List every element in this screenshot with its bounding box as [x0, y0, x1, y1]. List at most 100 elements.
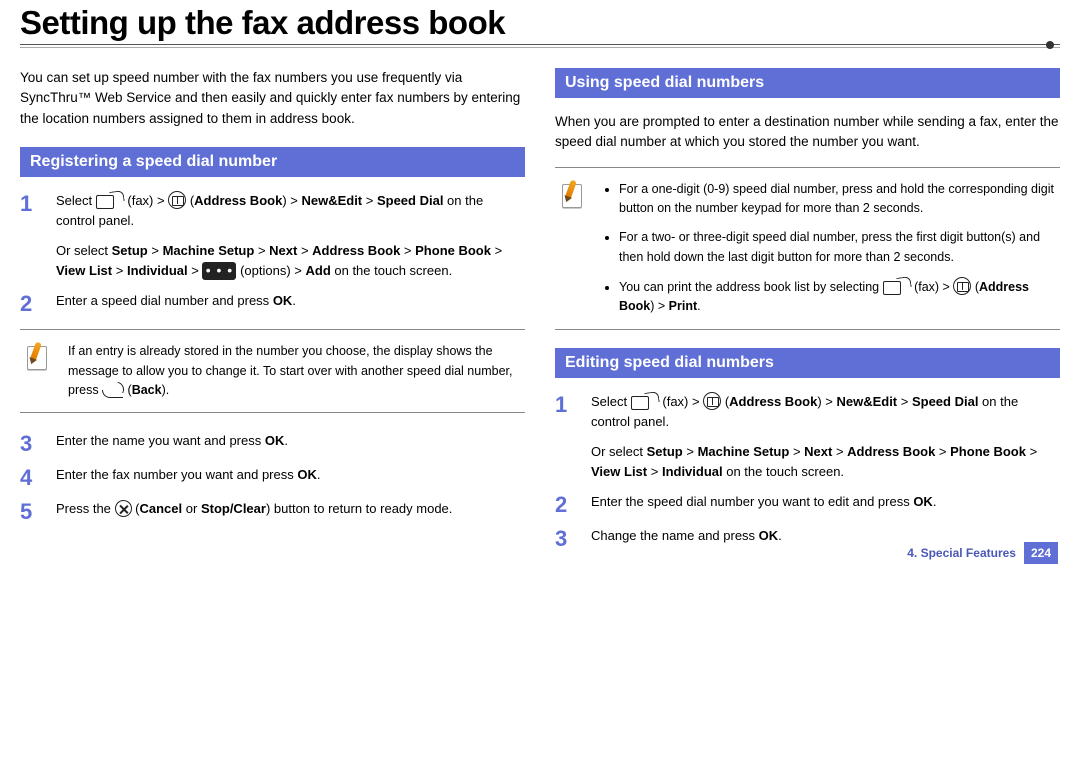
- note-bullet: You can print the address book list by s…: [619, 277, 1056, 317]
- step-number: 3: [555, 526, 577, 550]
- text: on the touch screen.: [723, 464, 844, 479]
- bold: Individual: [662, 464, 723, 479]
- register-step-5: 5 Press the (Cancel or Stop/Clear) butto…: [20, 499, 525, 523]
- text: >: [254, 243, 269, 258]
- bold: Phone Book: [950, 444, 1026, 459]
- bold: Address Book: [729, 394, 817, 409]
- text: (fax) >: [662, 394, 703, 409]
- section-registering: Registering a speed dial number: [20, 147, 525, 177]
- text: .: [292, 293, 296, 308]
- text: Enter the speed dial number you want to …: [591, 494, 913, 509]
- bold: New&Edit: [301, 193, 362, 208]
- bold: Speed Dial: [912, 394, 978, 409]
- bold: Address Book: [194, 193, 282, 208]
- text: >: [897, 394, 912, 409]
- bold: Print: [669, 299, 697, 313]
- note-icon: [24, 342, 54, 372]
- text: >: [491, 243, 502, 258]
- text: Press the: [56, 501, 115, 516]
- step-number: 2: [20, 291, 42, 315]
- fax-icon: [883, 279, 911, 295]
- address-book-icon: [168, 191, 186, 209]
- step-number: 2: [555, 492, 577, 516]
- note-icon: [559, 180, 589, 210]
- page-footer: 4. Special Features 224: [907, 542, 1058, 564]
- register-step-2: 2 Enter a speed dial number and press OK…: [20, 291, 525, 315]
- text: ) >: [282, 193, 301, 208]
- text: or: [182, 501, 201, 516]
- text: .: [778, 528, 782, 543]
- step-number: 1: [20, 191, 42, 282]
- text: Or select: [591, 444, 647, 459]
- text: Enter a speed dial number and press: [56, 293, 273, 308]
- text: (fax) >: [914, 280, 953, 294]
- note-bullet: For a two- or three-digit speed dial num…: [619, 228, 1056, 267]
- bold: Speed Dial: [377, 193, 443, 208]
- fax-icon: [96, 193, 124, 209]
- text: (options) >: [240, 263, 305, 278]
- bold: Machine Setup: [698, 444, 790, 459]
- bold: Machine Setup: [163, 243, 255, 258]
- bold: OK: [273, 293, 293, 308]
- title-rule: [20, 44, 1060, 50]
- step-number: 5: [20, 499, 42, 523]
- chapter-label: 4. Special Features: [907, 546, 1016, 560]
- bold: Next: [269, 243, 297, 258]
- stop-icon: [115, 500, 132, 517]
- step-number: 4: [20, 465, 42, 489]
- text: >: [362, 193, 377, 208]
- bold: Add: [305, 263, 330, 278]
- text: >: [647, 464, 662, 479]
- back-icon: [102, 384, 124, 398]
- text: on the touch screen.: [331, 263, 452, 278]
- text: Select: [56, 193, 96, 208]
- text: You can print the address book list by s…: [619, 280, 883, 294]
- bold: Setup: [112, 243, 148, 258]
- note-box: For a one-digit (0-9) speed dial number,…: [555, 167, 1060, 330]
- bold: Back: [132, 383, 162, 397]
- text: .: [317, 467, 321, 482]
- text: .: [697, 299, 700, 313]
- register-step-1: 1 Select (fax) > (Address Book) > New&Ed…: [20, 191, 525, 282]
- bold: Address Book: [847, 444, 935, 459]
- right-column: Using speed dial numbers When you are pr…: [555, 68, 1060, 560]
- text: .: [284, 433, 288, 448]
- bold: Individual: [127, 263, 188, 278]
- text: >: [832, 444, 847, 459]
- intro-text: You can set up speed number with the fax…: [20, 68, 525, 129]
- options-icon: [202, 262, 236, 280]
- address-book-icon: [703, 392, 721, 410]
- register-step-4: 4 Enter the fax number you want and pres…: [20, 465, 525, 489]
- text: (fax) >: [127, 193, 168, 208]
- text: >: [683, 444, 698, 459]
- bold: Setup: [647, 444, 683, 459]
- page-number: 224: [1024, 542, 1058, 564]
- text: ) >: [817, 394, 836, 409]
- text: Enter the name you want and press: [56, 433, 265, 448]
- bold: OK: [759, 528, 779, 543]
- text: .: [933, 494, 937, 509]
- note-box: If an entry is already stored in the num…: [20, 329, 525, 413]
- text: >: [188, 263, 203, 278]
- bold: Phone Book: [415, 243, 491, 258]
- address-book-icon: [953, 277, 971, 295]
- page-title: Setting up the fax address book: [20, 4, 1060, 42]
- bold: New&Edit: [836, 394, 897, 409]
- text: Change the name and press: [591, 528, 759, 543]
- text: >: [400, 243, 415, 258]
- bold: OK: [265, 433, 285, 448]
- bold: Next: [804, 444, 832, 459]
- text: >: [789, 444, 804, 459]
- step-number: 3: [20, 431, 42, 455]
- text: >: [297, 243, 312, 258]
- bold: Cancel: [140, 501, 183, 516]
- edit-step-1: 1 Select (fax) > (Address Book) > New&Ed…: [555, 392, 1060, 483]
- edit-step-2: 2 Enter the speed dial number you want t…: [555, 492, 1060, 516]
- text: ) >: [650, 299, 668, 313]
- section-using: Using speed dial numbers: [555, 68, 1060, 98]
- note-bullet: For a one-digit (0-9) speed dial number,…: [619, 180, 1056, 219]
- register-step-3: 3 Enter the name you want and press OK.: [20, 431, 525, 455]
- text: >: [148, 243, 163, 258]
- bold: Address Book: [312, 243, 400, 258]
- section-editing: Editing speed dial numbers: [555, 348, 1060, 378]
